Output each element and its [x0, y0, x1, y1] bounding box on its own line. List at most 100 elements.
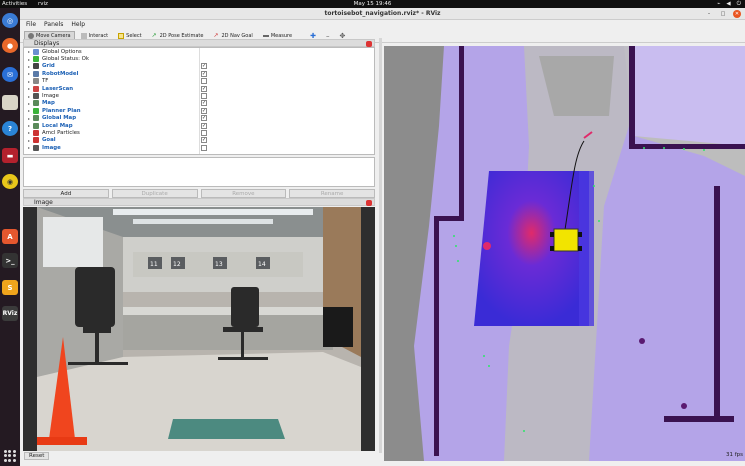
display-row[interactable]: ▸ Local Map ✓	[24, 122, 374, 129]
rename-button[interactable]: Rename	[289, 189, 375, 198]
robot-icon	[33, 70, 39, 77]
room-number-label: 11	[150, 261, 158, 268]
files-icon[interactable]	[2, 95, 18, 110]
particles-icon	[33, 129, 39, 136]
select-label: Select	[126, 32, 142, 39]
green-arrow-icon: ↗	[151, 31, 157, 39]
power-icon[interactable]: ⏻	[737, 0, 741, 8]
thunderbird-icon[interactable]: ✉	[2, 67, 18, 82]
display-name: Map	[42, 100, 55, 107]
display-enable-checkbox[interactable]: ✓	[201, 107, 207, 114]
volume-icon[interactable]: ◀	[726, 0, 730, 8]
display-enable-checkbox[interactable]: ✓	[201, 70, 207, 77]
menu-panels[interactable]: Panels	[44, 20, 63, 29]
reset-button[interactable]: Reset	[24, 452, 50, 460]
rviz-3d-view[interactable]	[384, 46, 745, 461]
map-icon	[33, 122, 39, 129]
window-titlebar[interactable]: tortoisebot_navigation.rviz* - RViz – □ …	[20, 8, 745, 20]
rhythmbox-icon[interactable]: ◉	[2, 174, 18, 189]
displays-panel-header: Displays	[23, 39, 375, 47]
network-icon[interactable]: ⌁	[717, 0, 720, 8]
room-number-label: 13	[215, 261, 223, 268]
ruler-icon	[262, 34, 269, 37]
display-row[interactable]: ▸ Image	[24, 92, 374, 100]
fps-readout: 31 fps	[725, 452, 743, 458]
expand-arrow-icon[interactable]: ▸	[26, 79, 32, 84]
grid-icon	[33, 63, 39, 70]
maximize-button[interactable]: □	[719, 10, 727, 18]
display-enable-checkbox[interactable]: ✓	[201, 63, 207, 70]
display-enable-checkbox[interactable]: ✓	[201, 115, 207, 122]
display-enable-checkbox[interactable]	[201, 78, 207, 85]
help-icon[interactable]: ?	[2, 121, 18, 136]
display-row[interactable]: ▸ Image	[24, 144, 374, 151]
close-panel-icon[interactable]	[366, 200, 372, 206]
panel-splitter[interactable]	[379, 38, 382, 453]
display-enable-checkbox[interactable]	[201, 144, 207, 151]
display-name: Image	[42, 93, 59, 100]
expand-arrow-icon[interactable]: ▸	[26, 49, 32, 54]
expand-arrow-icon[interactable]: ▸	[26, 116, 32, 121]
display-row[interactable]: ▸ Global Map ✓	[24, 115, 374, 122]
displays-tree: ▸ Global Options ▸ Global Status: Ok ▸ Grid ✓ ▸…	[23, 47, 375, 155]
display-properties	[23, 157, 375, 187]
expand-arrow-icon[interactable]: ▸	[26, 71, 32, 76]
measure-label: Measure	[270, 32, 293, 39]
minimize-button[interactable]: –	[705, 10, 713, 18]
displays-title: Displays	[34, 40, 60, 47]
display-row[interactable]: ▸ RobotModel ✓	[24, 70, 374, 77]
camera-image-view[interactable]: 11 12 13 14	[23, 207, 375, 451]
robot-model	[550, 228, 582, 252]
close-button[interactable]: ✕	[733, 10, 741, 18]
expand-arrow-icon[interactable]: ▸	[26, 101, 32, 106]
image-panel: Image 11 12 13 14	[23, 198, 375, 451]
clock[interactable]: May 15 19:46	[0, 0, 745, 8]
sublime-icon[interactable]: S	[2, 280, 18, 295]
display-enable-checkbox[interactable]	[201, 129, 207, 136]
display-enable-checkbox[interactable]: ✓	[201, 122, 207, 129]
firefox-icon[interactable]: ●	[2, 38, 18, 53]
display-enable-checkbox[interactable]: ✓	[201, 100, 207, 107]
terminal-icon[interactable]: >_	[2, 253, 18, 268]
expand-arrow-icon[interactable]: ▸	[26, 130, 32, 135]
expand-arrow-icon[interactable]: ▸	[26, 57, 32, 62]
expand-arrow-icon[interactable]: ▸	[26, 145, 32, 150]
show-apps-icon[interactable]	[4, 450, 16, 462]
display-enable-checkbox[interactable]	[201, 93, 207, 100]
remove-button[interactable]: Remove	[200, 189, 287, 198]
display-name: LaserScan	[42, 85, 74, 92]
display-name: Amcl Particles	[42, 129, 80, 136]
menu-help[interactable]: Help	[71, 20, 85, 29]
display-row[interactable]: ▸ Grid ✓	[24, 63, 374, 70]
menu-file[interactable]: File	[26, 20, 36, 29]
display-row[interactable]: ▸ Goal ✓	[24, 137, 374, 144]
display-enable-checkbox[interactable]: ✓	[201, 137, 207, 144]
expand-arrow-icon[interactable]: ▸	[26, 123, 32, 128]
chromium-icon[interactable]: ◎	[2, 13, 18, 28]
display-name: Global Map	[42, 115, 77, 122]
expand-arrow-icon[interactable]: ▸	[26, 86, 32, 91]
move-camera-icon	[28, 32, 34, 39]
interact-icon	[80, 32, 87, 39]
rviz-icon[interactable]: RViz	[2, 306, 18, 321]
display-row[interactable]: ▸ LaserScan ✓	[24, 85, 374, 92]
display-row[interactable]: ▸ Global Options	[24, 48, 374, 55]
expand-arrow-icon[interactable]: ▸	[26, 94, 32, 99]
map-icon	[33, 100, 39, 107]
expand-arrow-icon[interactable]: ▸	[26, 108, 32, 113]
system-tray[interactable]: ⌁ ◀ ⏻	[717, 0, 741, 8]
display-row[interactable]: ▸ Amcl Particles	[24, 129, 374, 136]
display-name: Image	[42, 144, 61, 151]
terminal-red-icon[interactable]: ▬	[2, 148, 18, 163]
display-enable-checkbox[interactable]: ✓	[201, 85, 207, 92]
expand-arrow-icon[interactable]: ▸	[26, 138, 32, 143]
software-center-icon[interactable]: A	[2, 229, 18, 244]
display-row[interactable]: ▸ Planner Plan ✓	[24, 107, 374, 114]
display-row[interactable]: ▸ Map ✓	[24, 100, 374, 107]
duplicate-button[interactable]: Duplicate	[111, 189, 198, 198]
expand-arrow-icon[interactable]: ▸	[26, 64, 32, 69]
display-row[interactable]: ▸ TF	[24, 78, 374, 85]
add-button[interactable]: Add	[23, 189, 109, 198]
display-row[interactable]: ▸ Global Status: Ok	[24, 55, 374, 63]
image-icon	[33, 144, 39, 151]
